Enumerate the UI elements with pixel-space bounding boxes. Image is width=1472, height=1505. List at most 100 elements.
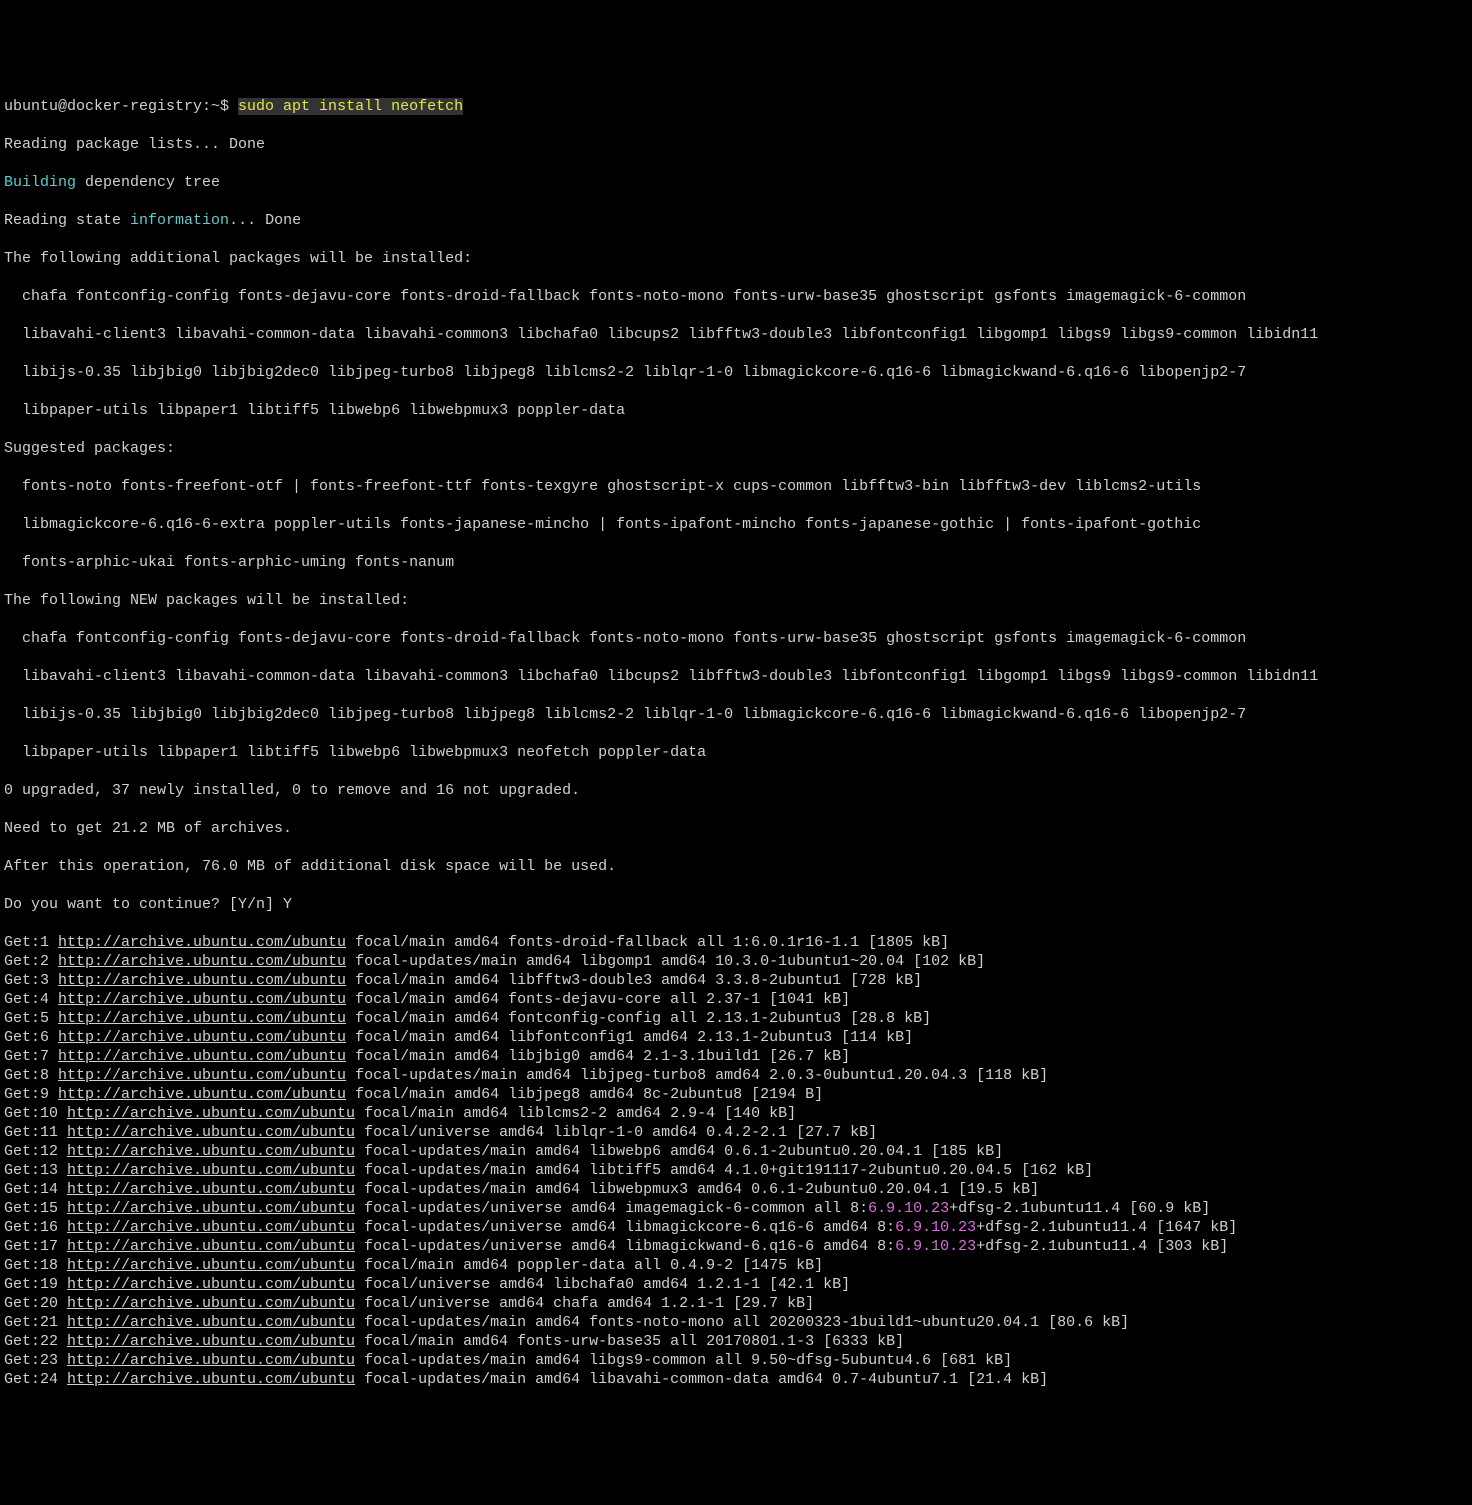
repo-url: http://archive.ubuntu.com/ubuntu xyxy=(58,1029,346,1046)
get-prefix: Get:10 xyxy=(4,1105,67,1122)
get-rest: focal-updates/main amd64 libgomp1 amd64 … xyxy=(346,953,985,970)
output-line: Building dependency tree xyxy=(4,173,1468,192)
download-line: Get:24 http://archive.ubuntu.com/ubuntu … xyxy=(4,1370,1468,1389)
get-rest: focal/main amd64 fonts-droid-fallback al… xyxy=(346,934,949,951)
repo-url: http://archive.ubuntu.com/ubuntu xyxy=(67,1143,355,1160)
get-prefix: Get:13 xyxy=(4,1162,67,1179)
get-prefix: Get:8 xyxy=(4,1067,58,1084)
get-prefix: Get:4 xyxy=(4,991,58,1008)
output-line: After this operation, 76.0 MB of additio… xyxy=(4,857,1468,876)
get-prefix: Get:21 xyxy=(4,1314,67,1331)
repo-url: http://archive.ubuntu.com/ubuntu xyxy=(58,1048,346,1065)
download-line: Get:7 http://archive.ubuntu.com/ubuntu f… xyxy=(4,1047,1468,1066)
repo-url: http://archive.ubuntu.com/ubuntu xyxy=(58,972,346,989)
reading-state-info: information xyxy=(130,212,229,229)
download-line: Get:20 http://archive.ubuntu.com/ubuntu … xyxy=(4,1294,1468,1313)
download-line: Get:19 http://archive.ubuntu.com/ubuntu … xyxy=(4,1275,1468,1294)
get-rest: focal-updates/main amd64 libgs9-common a… xyxy=(355,1352,1012,1369)
repo-url: http://archive.ubuntu.com/ubuntu xyxy=(67,1333,355,1350)
output-line: Reading state information... Done xyxy=(4,211,1468,230)
output-line: libpaper-utils libpaper1 libtiff5 libweb… xyxy=(4,401,1468,420)
prompt-line: ubuntu@docker-registry:~$ sudo apt insta… xyxy=(4,97,1468,116)
reading-state-post: ... Done xyxy=(229,212,301,229)
get-rest-pre: focal-updates/universe amd64 libmagickco… xyxy=(355,1219,895,1236)
terminal-output[interactable]: ubuntu@docker-registry:~$ sudo apt insta… xyxy=(0,76,1472,1410)
download-lines: Get:1 http://archive.ubuntu.com/ubuntu f… xyxy=(4,933,1468,1389)
download-line: Get:23 http://archive.ubuntu.com/ubuntu … xyxy=(4,1351,1468,1370)
output-line: fonts-arphic-ukai fonts-arphic-uming fon… xyxy=(4,553,1468,572)
get-prefix: Get:24 xyxy=(4,1371,67,1388)
repo-url: http://archive.ubuntu.com/ubuntu xyxy=(67,1181,355,1198)
output-line: chafa fontconfig-config fonts-dejavu-cor… xyxy=(4,629,1468,648)
download-line: Get:14 http://archive.ubuntu.com/ubuntu … xyxy=(4,1180,1468,1199)
get-rest: focal/main amd64 fonts-dejavu-core all 2… xyxy=(346,991,850,1008)
get-rest: focal-updates/main amd64 libjpeg-turbo8 … xyxy=(346,1067,1048,1084)
download-line: Get:15 http://archive.ubuntu.com/ubuntu … xyxy=(4,1199,1468,1218)
get-rest-post: +dfsg-2.1ubuntu11.4 [60.9 kB] xyxy=(949,1200,1210,1217)
repo-url: http://archive.ubuntu.com/ubuntu xyxy=(67,1295,355,1312)
get-prefix: Get:20 xyxy=(4,1295,67,1312)
get-rest: focal-updates/main amd64 libwebpmux3 amd… xyxy=(355,1181,1039,1198)
get-rest: focal/main amd64 fonts-urw-base35 all 20… xyxy=(355,1333,904,1350)
get-prefix: Get:5 xyxy=(4,1010,58,1027)
get-rest: focal/main amd64 liblcms2-2 amd64 2.9-4 … xyxy=(355,1105,796,1122)
download-line: Get:10 http://archive.ubuntu.com/ubuntu … xyxy=(4,1104,1468,1123)
repo-url: http://archive.ubuntu.com/ubuntu xyxy=(67,1352,355,1369)
download-line: Get:22 http://archive.ubuntu.com/ubuntu … xyxy=(4,1332,1468,1351)
get-prefix: Get:23 xyxy=(4,1352,67,1369)
output-line: libpaper-utils libpaper1 libtiff5 libweb… xyxy=(4,743,1468,762)
repo-url: http://archive.ubuntu.com/ubuntu xyxy=(67,1371,355,1388)
repo-url: http://archive.ubuntu.com/ubuntu xyxy=(67,1257,355,1274)
get-rest: focal-updates/main amd64 libtiff5 amd64 … xyxy=(355,1162,1093,1179)
get-rest: focal/main amd64 libfontconfig1 amd64 2.… xyxy=(346,1029,913,1046)
get-prefix: Get:18 xyxy=(4,1257,67,1274)
download-line: Get:9 http://archive.ubuntu.com/ubuntu f… xyxy=(4,1085,1468,1104)
get-rest: focal/universe amd64 libchafa0 amd64 1.2… xyxy=(355,1276,850,1293)
get-rest: focal-updates/main amd64 libavahi-common… xyxy=(355,1371,1048,1388)
download-line: Get:5 http://archive.ubuntu.com/ubuntu f… xyxy=(4,1009,1468,1028)
download-line: Get:18 http://archive.ubuntu.com/ubuntu … xyxy=(4,1256,1468,1275)
get-rest: focal/main amd64 libfftw3-double3 amd64 … xyxy=(346,972,922,989)
output-line: chafa fontconfig-config fonts-dejavu-cor… xyxy=(4,287,1468,306)
building-rest: dependency tree xyxy=(76,174,220,191)
repo-url: http://archive.ubuntu.com/ubuntu xyxy=(58,991,346,1008)
version-highlight: 6.9.10.23 xyxy=(895,1238,976,1255)
output-line: Suggested packages: xyxy=(4,439,1468,458)
prompt-command: sudo apt install neofetch xyxy=(238,98,463,115)
get-rest-pre: focal-updates/universe amd64 libmagickwa… xyxy=(355,1238,895,1255)
get-prefix: Get:15 xyxy=(4,1200,67,1217)
version-highlight: 6.9.10.23 xyxy=(895,1219,976,1236)
download-line: Get:21 http://archive.ubuntu.com/ubuntu … xyxy=(4,1313,1468,1332)
download-line: Get:11 http://archive.ubuntu.com/ubuntu … xyxy=(4,1123,1468,1142)
repo-url: http://archive.ubuntu.com/ubuntu xyxy=(58,953,346,970)
get-prefix: Get:1 xyxy=(4,934,58,951)
repo-url: http://archive.ubuntu.com/ubuntu xyxy=(67,1238,355,1255)
version-highlight: 6.9.10.23 xyxy=(868,1200,949,1217)
get-prefix: Get:11 xyxy=(4,1124,67,1141)
download-line: Get:12 http://archive.ubuntu.com/ubuntu … xyxy=(4,1142,1468,1161)
download-line: Get:13 http://archive.ubuntu.com/ubuntu … xyxy=(4,1161,1468,1180)
get-rest: focal/main amd64 libjbig0 amd64 2.1-3.1b… xyxy=(346,1048,850,1065)
get-prefix: Get:14 xyxy=(4,1181,67,1198)
building-word: Building xyxy=(4,174,76,191)
get-prefix: Get:19 xyxy=(4,1276,67,1293)
repo-url: http://archive.ubuntu.com/ubuntu xyxy=(67,1162,355,1179)
get-prefix: Get:2 xyxy=(4,953,58,970)
output-line: The following additional packages will b… xyxy=(4,249,1468,268)
repo-url: http://archive.ubuntu.com/ubuntu xyxy=(67,1124,355,1141)
download-line: Get:16 http://archive.ubuntu.com/ubuntu … xyxy=(4,1218,1468,1237)
download-line: Get:3 http://archive.ubuntu.com/ubuntu f… xyxy=(4,971,1468,990)
get-rest-pre: focal-updates/universe amd64 imagemagick… xyxy=(355,1200,868,1217)
download-line: Get:8 http://archive.ubuntu.com/ubuntu f… xyxy=(4,1066,1468,1085)
download-line: Get:17 http://archive.ubuntu.com/ubuntu … xyxy=(4,1237,1468,1256)
output-line: Reading package lists... Done xyxy=(4,135,1468,154)
repo-url: http://archive.ubuntu.com/ubuntu xyxy=(67,1200,355,1217)
get-prefix: Get:7 xyxy=(4,1048,58,1065)
get-prefix: Get:12 xyxy=(4,1143,67,1160)
get-rest-post: +dfsg-2.1ubuntu11.4 [1647 kB] xyxy=(976,1219,1237,1236)
repo-url: http://archive.ubuntu.com/ubuntu xyxy=(58,1086,346,1103)
output-line: libmagickcore-6.q16-6-extra poppler-util… xyxy=(4,515,1468,534)
repo-url: http://archive.ubuntu.com/ubuntu xyxy=(58,1010,346,1027)
output-line: libijs-0.35 libjbig0 libjbig2dec0 libjpe… xyxy=(4,705,1468,724)
repo-url: http://archive.ubuntu.com/ubuntu xyxy=(67,1276,355,1293)
